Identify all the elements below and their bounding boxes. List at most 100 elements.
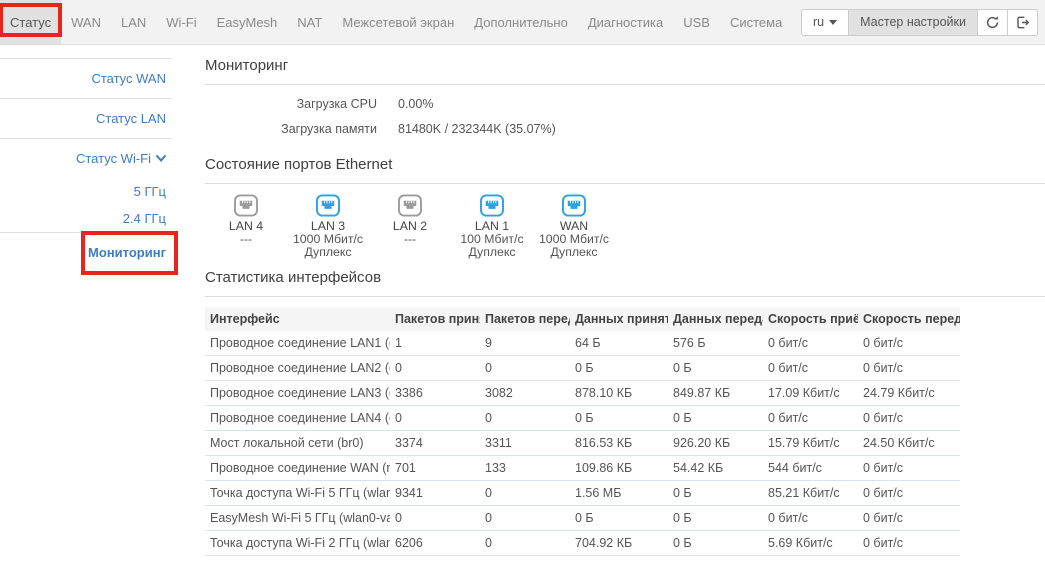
cell-data-rx: 64 Б bbox=[570, 331, 668, 356]
table-column-header: Скорость приёма bbox=[763, 307, 858, 331]
cell-interface: Проводное соединение WAN (nas0) bbox=[205, 456, 390, 481]
cell-speed-rx: 17.09 Кбит/с bbox=[763, 381, 858, 406]
cell-packets-rx: 0 bbox=[390, 506, 480, 531]
ethernet-port-icon bbox=[561, 194, 587, 217]
sidebar-item-label: Мониторинг bbox=[88, 245, 166, 260]
cell-packets-rx: 6206 bbox=[390, 531, 480, 556]
cell-interface: Проводное соединение LAN1 (eth0.2) bbox=[205, 331, 390, 356]
cell-packets-tx: 133 bbox=[480, 456, 570, 481]
monitoring-row-value: 81480K / 232344K (35.07%) bbox=[398, 117, 556, 142]
language-value: ru bbox=[813, 15, 824, 29]
port-name: LAN 3 bbox=[287, 219, 369, 233]
sidebar-item[interactable]: Статус LAN bbox=[0, 98, 172, 138]
nav-tab[interactable]: Дополнительно bbox=[464, 0, 578, 44]
cell-packets-rx: 3374 bbox=[390, 431, 480, 456]
nav-tab-label: Система bbox=[730, 15, 782, 30]
sidebar-item[interactable]: Статус WAN bbox=[0, 58, 172, 98]
port-duplex: Дуплекс bbox=[287, 246, 369, 259]
port-name: LAN 4 bbox=[205, 219, 287, 233]
cell-data-tx: 926.20 КБ bbox=[668, 431, 763, 456]
table-row: Мост локальной сети (br0) 3374 3311 816.… bbox=[205, 431, 960, 456]
sidebar-item[interactable]: Статус Wi-Fi bbox=[0, 138, 172, 178]
setup-wizard-button[interactable]: Мастер настройки bbox=[848, 9, 978, 36]
sidebar-item[interactable]: 2.4 ГГц bbox=[0, 205, 172, 232]
cell-speed-tx: 24.79 Кбит/с bbox=[858, 381, 960, 406]
table-header-row: Интерфейс Пакетов принято Пакетов переда… bbox=[205, 307, 960, 331]
nav-tab-label: Статус bbox=[10, 15, 51, 30]
table-row: Проводное соединение LAN1 (eth0.2) 1 9 6… bbox=[205, 331, 960, 356]
refresh-icon bbox=[985, 15, 1000, 30]
sidebar-item-label: Статус LAN bbox=[96, 111, 166, 126]
ethernet-section-title: Состояние портов Ethernet bbox=[205, 154, 1045, 184]
main-content: Мониторинг Загрузка CPU 0.00% Загрузка п… bbox=[172, 45, 1045, 571]
nav-tab[interactable]: WAN bbox=[61, 0, 111, 44]
language-dropdown[interactable]: ru bbox=[801, 9, 849, 36]
cell-speed-tx: 24.50 Кбит/с bbox=[858, 431, 960, 456]
cell-data-rx: 1.56 МБ bbox=[570, 481, 668, 506]
sidebar-item-label: Статус Wi-Fi bbox=[76, 151, 151, 166]
cell-speed-rx: 0 бит/с bbox=[763, 506, 858, 531]
cell-speed-tx: 0 бит/с bbox=[858, 481, 960, 506]
cell-packets-rx: 0 bbox=[390, 356, 480, 381]
ethernet-port: LAN 2 --- bbox=[369, 194, 451, 259]
sidebar-item[interactable]: Мониторинг bbox=[0, 232, 172, 272]
nav-tab[interactable]: Межсетевой экран bbox=[332, 0, 464, 44]
cell-data-rx: 704.92 КБ bbox=[570, 531, 668, 556]
ethernet-port-icon bbox=[397, 194, 423, 217]
port-speed: --- bbox=[369, 233, 451, 246]
cell-data-rx: 816.53 КБ bbox=[570, 431, 668, 456]
cell-data-rx: 0 Б bbox=[570, 506, 668, 531]
cell-speed-tx: 0 бит/с bbox=[858, 331, 960, 356]
cell-packets-tx: 0 bbox=[480, 356, 570, 381]
sidebar-item[interactable]: 5 ГГц bbox=[0, 178, 172, 205]
table-column-header: Интерфейс bbox=[205, 307, 390, 331]
ethernet-port: LAN 1 100 Мбит/с Дуплекс bbox=[451, 194, 533, 259]
sidebar-item-label: Статус WAN bbox=[91, 71, 166, 86]
port-speed: --- bbox=[205, 233, 287, 246]
table-row: Точка доступа Wi-Fi 5 ГГц (wlan0) 9341 0… bbox=[205, 481, 960, 506]
nav-tab[interactable]: Статус bbox=[0, 0, 61, 44]
cell-data-tx: 849.87 КБ bbox=[668, 381, 763, 406]
ethernet-port-icon bbox=[315, 194, 341, 217]
logout-button[interactable] bbox=[1007, 9, 1038, 36]
nav-tab[interactable]: EasyMesh bbox=[207, 0, 288, 44]
nav-tab[interactable]: NAT bbox=[287, 0, 332, 44]
monitoring-row: Загрузка памяти 81480K / 232344K (35.07%… bbox=[205, 117, 1045, 142]
monitoring-info: Загрузка CPU 0.00% Загрузка памяти 81480… bbox=[205, 85, 1045, 154]
top-navbar: Статус WAN LAN Wi-Fi EasyMesh NAT Межсет… bbox=[0, 0, 1045, 45]
cell-data-tx: 0 Б bbox=[668, 481, 763, 506]
cell-data-tx: 0 Б bbox=[668, 406, 763, 431]
port-duplex: Дуплекс bbox=[451, 246, 533, 259]
cell-speed-tx: 0 бит/с bbox=[858, 456, 960, 481]
cell-data-rx: 0 Б bbox=[570, 406, 668, 431]
cell-packets-rx: 1 bbox=[390, 331, 480, 356]
cell-speed-tx: 0 бит/с bbox=[858, 531, 960, 556]
monitoring-row-value: 0.00% bbox=[398, 92, 433, 117]
cell-packets-tx: 0 bbox=[480, 506, 570, 531]
port-name: LAN 2 bbox=[369, 219, 451, 233]
ethernet-ports: LAN 4 --- LAN 3 1000 Мбит/с Дуплекс bbox=[205, 184, 1045, 267]
cell-speed-tx: 0 бит/с bbox=[858, 406, 960, 431]
cell-interface: Точка доступа Wi-Fi 5 ГГц (wlan0) bbox=[205, 481, 390, 506]
nav-tab[interactable]: USB bbox=[673, 0, 720, 44]
refresh-button[interactable] bbox=[977, 9, 1008, 36]
nav-tab-label: Диагностика bbox=[588, 15, 663, 30]
table-row: Проводное соединение LAN4 (eth0.5) 0 0 0… bbox=[205, 406, 960, 431]
cell-packets-tx: 3311 bbox=[480, 431, 570, 456]
nav-tab-label: USB bbox=[683, 15, 710, 30]
nav-tab[interactable]: LAN bbox=[111, 0, 156, 44]
table-row: Проводное соединение LAN3 (eth0.4) 3386 … bbox=[205, 381, 960, 406]
logout-icon bbox=[1015, 15, 1030, 30]
setup-wizard-label: Мастер настройки bbox=[860, 15, 966, 29]
cell-packets-tx: 0 bbox=[480, 531, 570, 556]
nav-tab-label: LAN bbox=[121, 15, 146, 30]
nav-tab[interactable]: Система bbox=[720, 0, 792, 44]
table-row: EasyMesh Wi-Fi 5 ГГц (wlan0-vap0) 0 0 0 … bbox=[205, 506, 960, 531]
cell-packets-rx: 9341 bbox=[390, 481, 480, 506]
nav-tab[interactable]: Wi-Fi bbox=[156, 0, 206, 44]
ethernet-port: WAN 1000 Мбит/с Дуплекс bbox=[533, 194, 615, 259]
nav-tab-label: WAN bbox=[71, 15, 101, 30]
nav-tab[interactable]: Диагностика bbox=[578, 0, 673, 44]
cell-interface: EasyMesh Wi-Fi 5 ГГц (wlan0-vap0) bbox=[205, 506, 390, 531]
sidebar-item-label: 5 ГГц bbox=[134, 184, 166, 199]
